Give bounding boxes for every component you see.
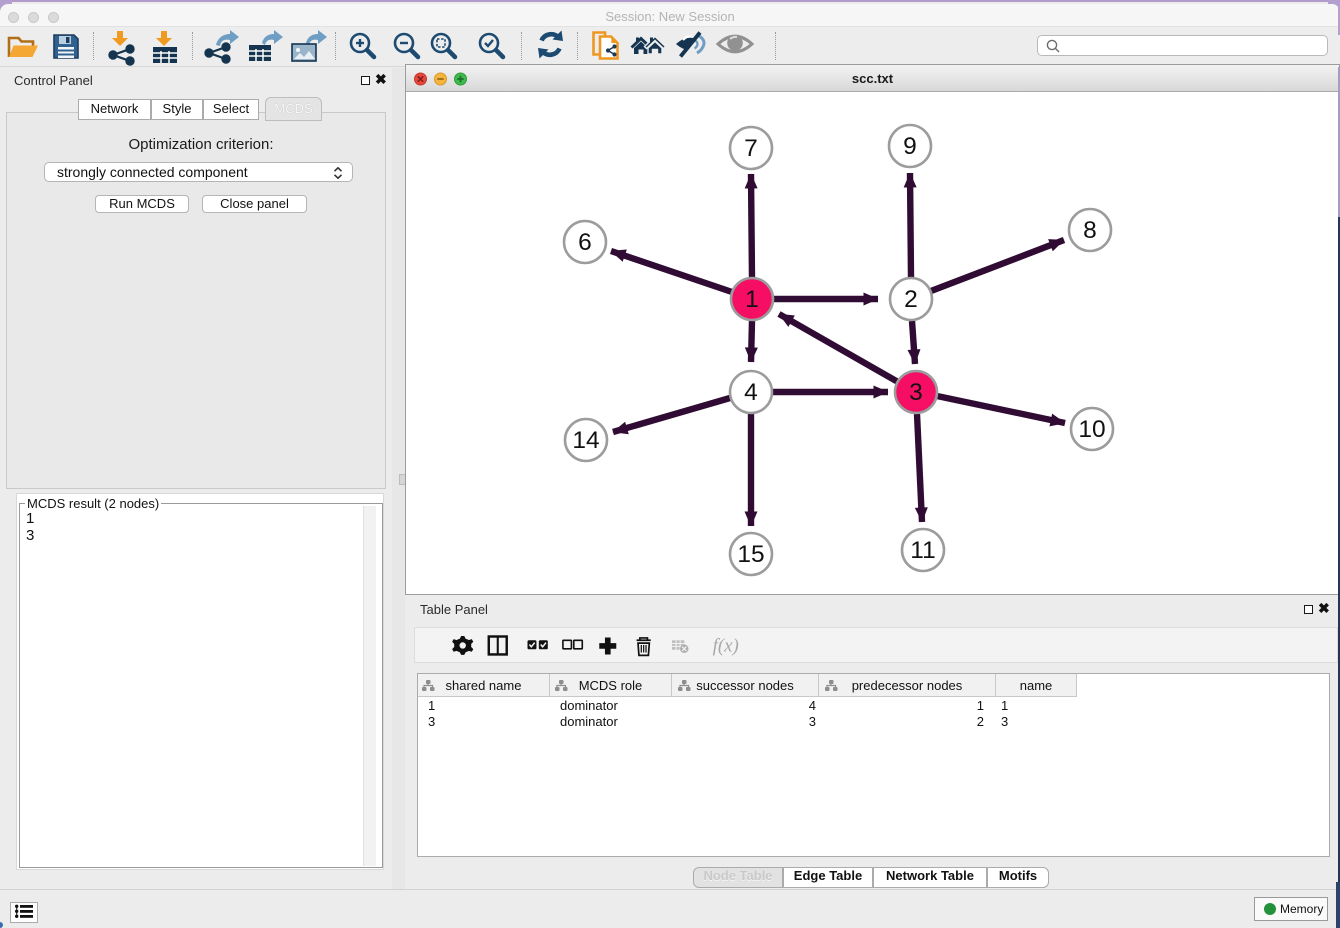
svg-text:2: 2 <box>904 286 918 313</box>
svg-text:8: 8 <box>1083 217 1097 244</box>
svg-text:3: 3 <box>909 379 923 406</box>
svg-text:9: 9 <box>903 133 917 160</box>
svg-text:11: 11 <box>910 537 935 564</box>
svg-text:7: 7 <box>744 135 758 162</box>
svg-text:1: 1 <box>745 286 759 313</box>
svg-text:14: 14 <box>572 427 599 454</box>
svg-text:4: 4 <box>744 379 758 406</box>
svg-text:f(x): f(x) <box>713 636 739 657</box>
svg-text:15: 15 <box>737 541 764 568</box>
svg-text:10: 10 <box>1078 416 1105 443</box>
svg-text:6: 6 <box>578 229 592 256</box>
